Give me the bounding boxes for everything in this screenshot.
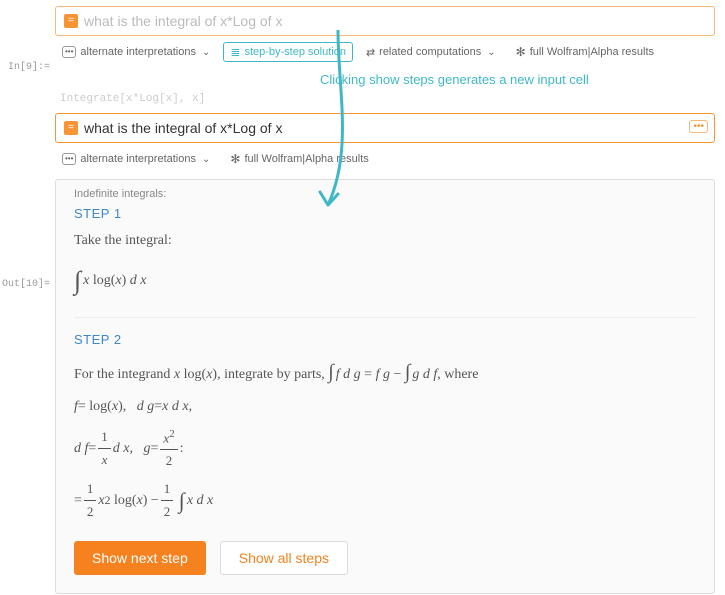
step-1-math: ∫x log(x) d x (74, 259, 696, 303)
show-next-step-button[interactable]: Show next step (74, 541, 206, 575)
step-1-body: Take the integral: ∫x log(x) d x (74, 229, 696, 303)
related-label: related computations (379, 46, 481, 58)
out-prompt: Out[10]= (0, 279, 50, 290)
step-2-body: For the integrand x log(x), integrate by… (74, 355, 696, 524)
chevron-down-icon (200, 153, 210, 165)
gear-icon (516, 45, 526, 59)
step-2-label: STEP 2 (74, 332, 696, 347)
step-by-step-button[interactable]: step-by-step solution (223, 42, 353, 62)
input-cell-2[interactable]: = what is the integral of x*Log of x ••• (55, 113, 715, 143)
in-prompt: In[9]:= (0, 62, 50, 73)
result-panel: Indefinite integrals: STEP 1 Take the in… (55, 179, 715, 594)
step-2-math-2: d f = 1xd x, g = x22: (74, 425, 696, 473)
query-text-2: what is the integral of x*Log of x (84, 120, 282, 136)
annotation-text: Clicking show steps generates a new inpu… (320, 72, 725, 87)
divider (74, 317, 696, 318)
button-row: Show next step Show all steps (74, 541, 696, 575)
alt-interp-label: alternate interpretations (80, 46, 196, 58)
faded-code: Integrate[x*Log[x], x] (60, 93, 725, 105)
toolbar-1: ••• alternate interpretations step-by-st… (55, 42, 715, 62)
dots-icon: ••• (62, 153, 76, 165)
step-by-step-label: step-by-step solution (244, 46, 346, 58)
full-wolfram-button[interactable]: full Wolfram|Alpha results (509, 42, 661, 62)
gear-icon (230, 152, 240, 166)
full-wolfram-label: full Wolfram|Alpha results (244, 153, 368, 165)
input-cell-1[interactable]: = what is the integral of x*Log of x (55, 6, 715, 36)
section-label: Indefinite integrals: (74, 188, 696, 200)
alt-interpretations-button[interactable]: ••• alternate interpretations (55, 149, 217, 169)
dots-icon: ••• (62, 46, 76, 58)
show-all-steps-button[interactable]: Show all steps (220, 541, 348, 575)
more-icon[interactable]: ••• (689, 120, 708, 133)
toolbar-2: ••• alternate interpretations full Wolfr… (55, 149, 715, 169)
step-2-math-3: = 12x2 log(x) − 12 ∫x d x (74, 478, 696, 523)
related-computations-button[interactable]: related computations (359, 42, 503, 62)
full-wolfram-label: full Wolfram|Alpha results (530, 46, 654, 58)
list-icon (230, 45, 240, 59)
step-2-math-1: f = log(x), d g = x d x, (74, 395, 696, 419)
step-1-label: STEP 1 (74, 206, 696, 221)
alt-interpretations-button[interactable]: ••• alternate interpretations (55, 42, 217, 62)
chevron-down-icon (200, 46, 210, 58)
query-text-1: what is the integral of x*Log of x (84, 13, 282, 29)
alt-interp-label: alternate interpretations (80, 153, 196, 165)
step-1-text: Take the integral: (74, 229, 696, 253)
equal-icon: = (64, 121, 78, 135)
related-icon (366, 46, 375, 59)
full-wolfram-button[interactable]: full Wolfram|Alpha results (223, 149, 375, 169)
chevron-down-icon (485, 46, 495, 58)
equal-icon: = (64, 14, 78, 28)
step-2-text: For the integrand x log(x), integrate by… (74, 355, 696, 389)
